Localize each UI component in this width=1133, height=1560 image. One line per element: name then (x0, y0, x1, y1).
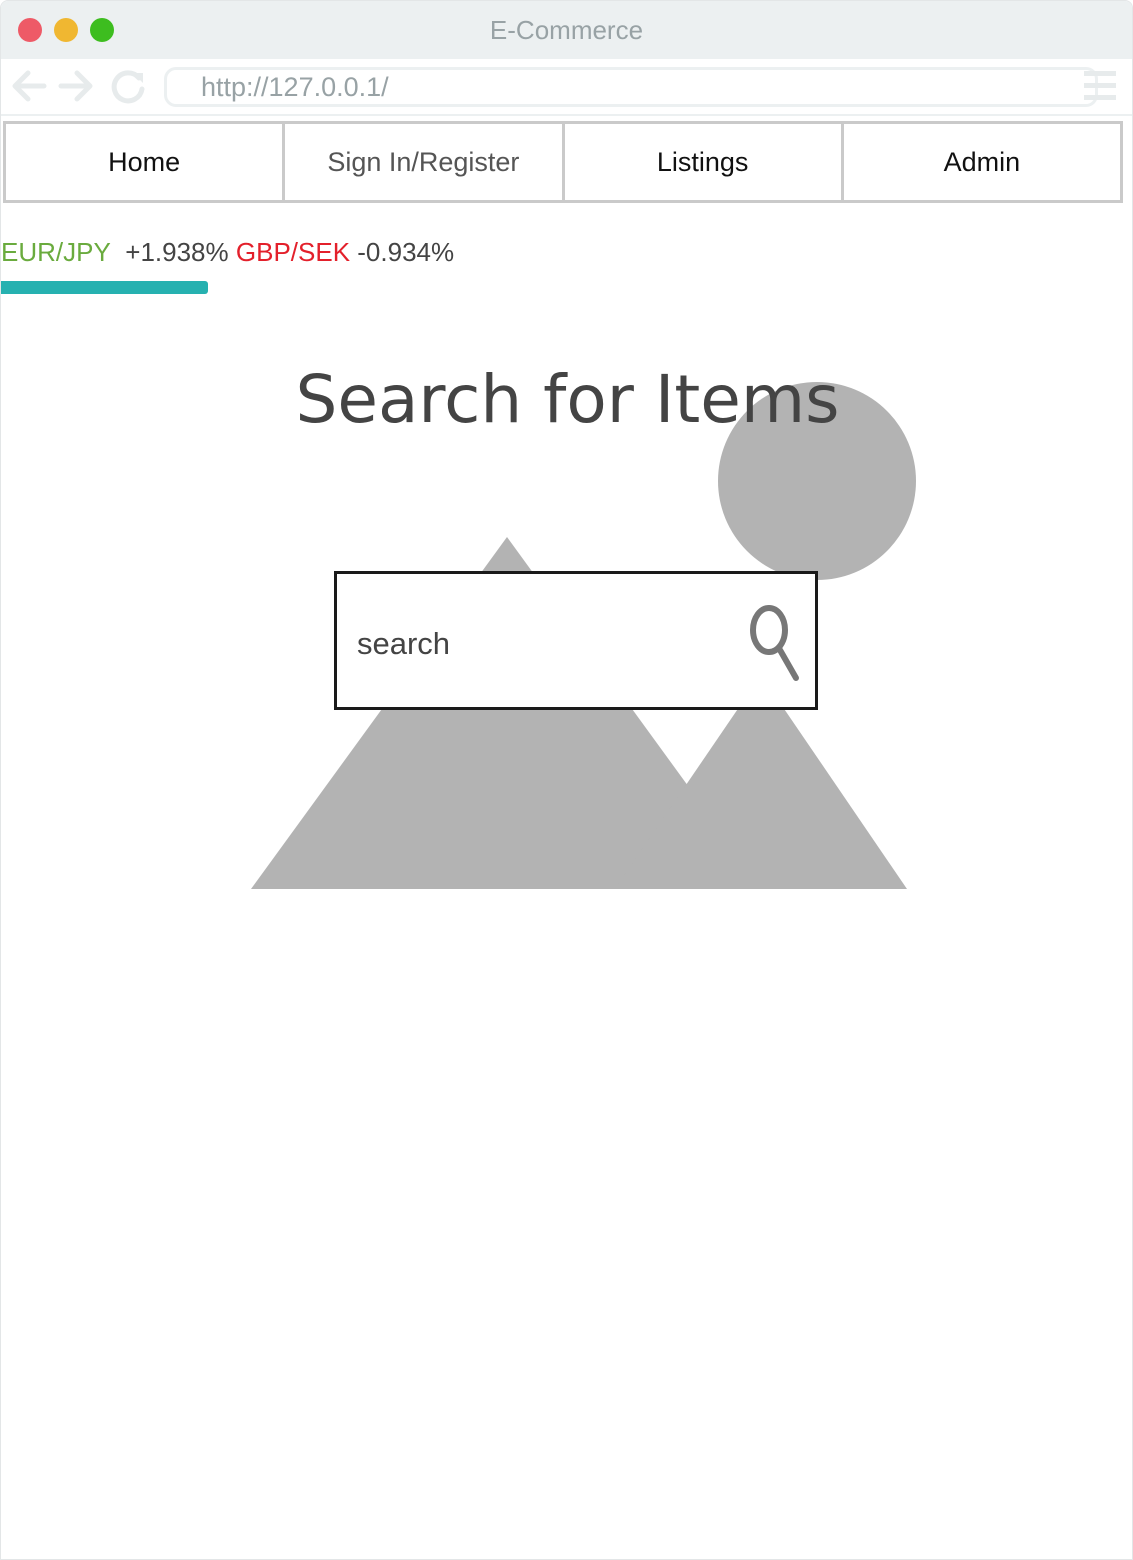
page-title: Search for Items (295, 361, 840, 438)
search-input[interactable]: search (357, 626, 450, 662)
image-placeholder-icon (251, 382, 916, 889)
browser-window: E-Commerce http://127.0.0.1/ Home Sign I… (0, 0, 1133, 1560)
search-box[interactable]: search (334, 571, 818, 710)
search-icon[interactable] (747, 600, 803, 684)
